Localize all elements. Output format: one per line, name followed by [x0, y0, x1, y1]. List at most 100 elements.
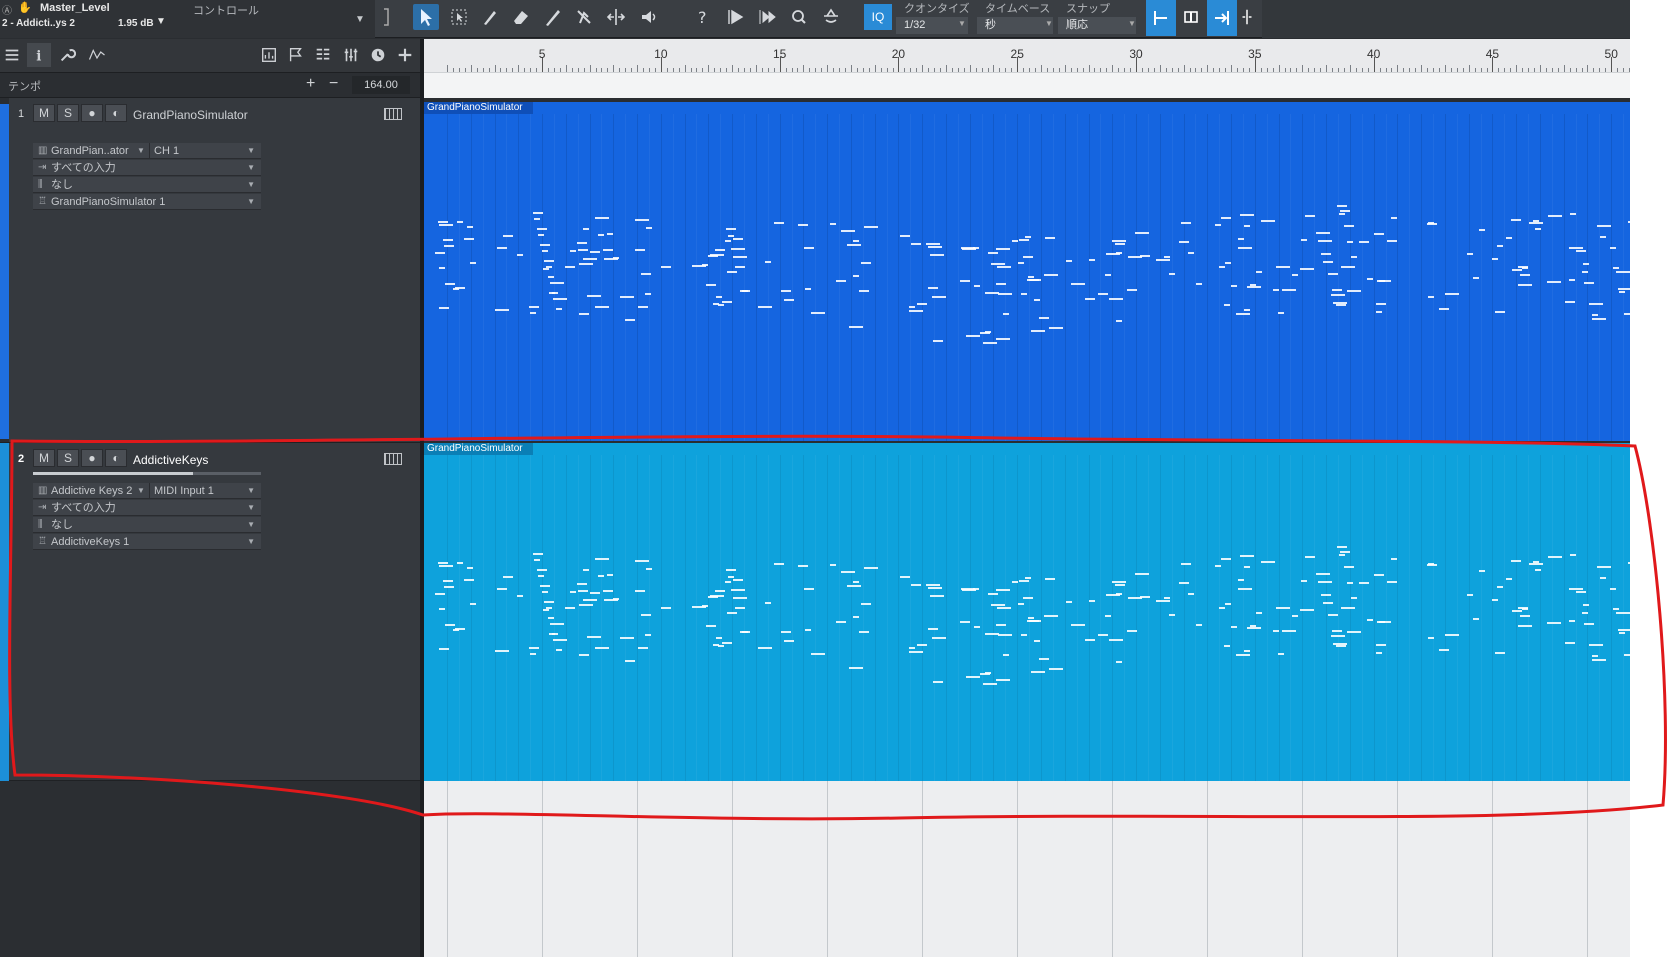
play-from-cursor-icon[interactable]	[723, 4, 749, 30]
midi-note	[1584, 281, 1595, 284]
track-2-instrument-track-field[interactable]: ♖ AddictiveKeys 1 ▼	[33, 534, 261, 550]
quantize-dropdown-icon[interactable]: ▼	[958, 19, 966, 28]
inspector-icon[interactable]: i	[27, 43, 51, 67]
beat-line	[898, 114, 900, 441]
tempo-plus-icon[interactable]: +	[306, 75, 315, 93]
bend-tool-icon[interactable]	[603, 4, 629, 30]
project-info[interactable]: Ⓐ ✋ Master_Level 2 - Addicti..ys 2 1.95 …	[0, 0, 375, 38]
track-2-record-icon[interactable]: ●	[81, 449, 103, 467]
track-1-mute-button[interactable]: M	[33, 104, 55, 122]
range-tool-icon[interactable]	[446, 4, 472, 30]
quantize-field[interactable]: クオンタイズ 1/32 ▼	[896, 0, 972, 36]
midi-note	[733, 597, 748, 600]
channel-dropdown-icon[interactable]: ▼	[247, 143, 255, 159]
panel-divider[interactable]	[420, 39, 424, 957]
help-icon[interactable]: ?	[690, 4, 716, 30]
wrench-icon[interactable]	[55, 43, 79, 67]
snap-to-grid-icon[interactable]	[1146, 0, 1176, 36]
metronome-icon[interactable]	[818, 4, 844, 30]
menu-icon[interactable]	[0, 43, 24, 67]
tempo-minus-icon[interactable]: −	[329, 75, 338, 93]
snap-value[interactable]: 順応	[1058, 17, 1136, 34]
track-1-instrument-track-field[interactable]: ♖ GrandPianoSimulator 1 ▼	[33, 194, 261, 210]
ruler-bars[interactable]: 5 10 15 20 25 30 35 40 45 50	[423, 39, 1630, 72]
track-2-instrument-field[interactable]: ▥ Addictive Keys 2 ▼ MIDI Input 1 ▼	[33, 483, 261, 499]
track-1-lane[interactable]: GrandPianoSimulator	[423, 102, 1630, 441]
quantize-label: クオンタイズ	[904, 3, 970, 15]
tempo-value[interactable]: 164.00	[352, 76, 410, 94]
track-1-channel[interactable]: CH 1	[149, 143, 179, 159]
track-1-name[interactable]: GrandPianoSimulator	[133, 108, 248, 122]
track-2-clip-label[interactable]: GrandPianoSimulator	[423, 443, 533, 455]
level-dropdown-icon[interactable]: ▼	[156, 16, 166, 27]
track-2-solo-button[interactable]: S	[57, 449, 79, 467]
instrument-track-dropdown-icon[interactable]: ▼	[247, 194, 255, 210]
ruler-tick	[850, 65, 852, 72]
control-dropdown-icon[interactable]: ▼	[355, 14, 365, 25]
snap-cursor-icon[interactable]	[1207, 0, 1237, 36]
instrument-track-dropdown-icon[interactable]: ▼	[247, 534, 255, 550]
snap-dropdown-icon[interactable]: ▼	[1128, 19, 1136, 28]
midi-note	[555, 308, 562, 311]
track-1-monitor-icon[interactable]: ◐	[105, 104, 127, 122]
arrow-tool-icon[interactable]	[413, 4, 439, 30]
midi-note	[578, 589, 589, 592]
mute-tool-icon[interactable]	[571, 4, 597, 30]
listen-tool-icon[interactable]	[636, 4, 662, 30]
track-1-input-field[interactable]: ⇥ すべての入力 ▼	[33, 160, 261, 176]
split-tool-icon[interactable]	[477, 4, 503, 30]
arrange-empty-area[interactable]	[423, 781, 1630, 957]
marker-icon[interactable]	[284, 43, 308, 67]
add-track-icon[interactable]	[393, 43, 417, 67]
skip-icon[interactable]	[755, 4, 781, 30]
zoom-icon[interactable]	[786, 4, 812, 30]
track-1-instrument-field[interactable]: ▥ GrandPian..ator ▼ CH 1 ▼	[33, 143, 261, 159]
track-2-mute-button[interactable]: M	[33, 449, 55, 467]
timeline-ruler[interactable]: 5 10 15 20 25 30 35 40 45 50	[423, 39, 1630, 98]
instrument-dropdown-icon[interactable]: ▼	[137, 483, 145, 499]
eraser-icon[interactable]	[508, 4, 534, 30]
track-2-lane[interactable]: GrandPianoSimulator	[423, 443, 1630, 781]
midi-note	[995, 248, 1010, 251]
paint-tool-icon[interactable]	[540, 4, 566, 30]
track-2-number: 2	[18, 453, 25, 465]
grid-icon[interactable]	[311, 43, 335, 67]
snap-events-icon[interactable]	[1178, 4, 1204, 30]
iq-button[interactable]: IQ	[864, 4, 892, 30]
midi-note	[929, 594, 944, 597]
chart-icon[interactable]	[257, 43, 281, 67]
track-2-monitor-icon[interactable]: ◐	[105, 449, 127, 467]
split-view-icon[interactable]	[1238, 4, 1256, 30]
input-dropdown-icon[interactable]: ▼	[247, 500, 255, 516]
level-readout[interactable]: 1.95 dB	[118, 18, 154, 29]
clock-icon[interactable]	[366, 43, 390, 67]
track-2-name[interactable]: AddictiveKeys	[133, 453, 208, 467]
track-1-record-icon[interactable]: ●	[81, 104, 103, 122]
midi-note	[443, 239, 454, 242]
automation-icon[interactable]	[82, 43, 112, 67]
track-1-keyboard-icon[interactable]	[384, 108, 402, 120]
midi-note	[1328, 272, 1339, 275]
output-dropdown-icon[interactable]: ▼	[247, 517, 255, 533]
snap-field[interactable]: スナップ 順応 ▼	[1058, 0, 1140, 36]
track-2-input-field[interactable]: ⇥ すべての入力 ▼	[33, 500, 261, 516]
timebase-value[interactable]: 秒	[977, 17, 1053, 34]
track-1-clip-label[interactable]: GrandPianoSimulator	[423, 102, 533, 114]
track-2-volume-slider[interactable]	[33, 472, 261, 475]
ruler-lower[interactable]	[423, 72, 1630, 98]
track-header-1[interactable]: 1 M S ● ◐ GrandPianoSimulator ▥ GrandPia…	[0, 98, 423, 443]
instrument-dropdown-icon[interactable]: ▼	[137, 143, 145, 159]
mixer-icon[interactable]	[339, 43, 363, 67]
track-header-2[interactable]: 2 M S ● ◐ AddictiveKeys ▥ Addictive Keys…	[0, 443, 423, 781]
channel-dropdown-icon[interactable]: ▼	[247, 483, 255, 499]
track-1-output-field[interactable]: ⫼ なし ▼	[33, 177, 261, 193]
track-2-keyboard-icon[interactable]	[384, 453, 402, 465]
timebase-dropdown-icon[interactable]: ▼	[1045, 19, 1053, 28]
input-dropdown-icon[interactable]: ▼	[247, 160, 255, 176]
output-dropdown-icon[interactable]: ▼	[247, 177, 255, 193]
midi-note	[1597, 566, 1612, 569]
timebase-field[interactable]: タイムベース 秒 ▼	[977, 0, 1057, 36]
track-2-output-field[interactable]: ⫼ なし ▼	[33, 517, 261, 533]
track-2-channel[interactable]: MIDI Input 1	[149, 483, 214, 499]
track-1-solo-button[interactable]: S	[57, 104, 79, 122]
